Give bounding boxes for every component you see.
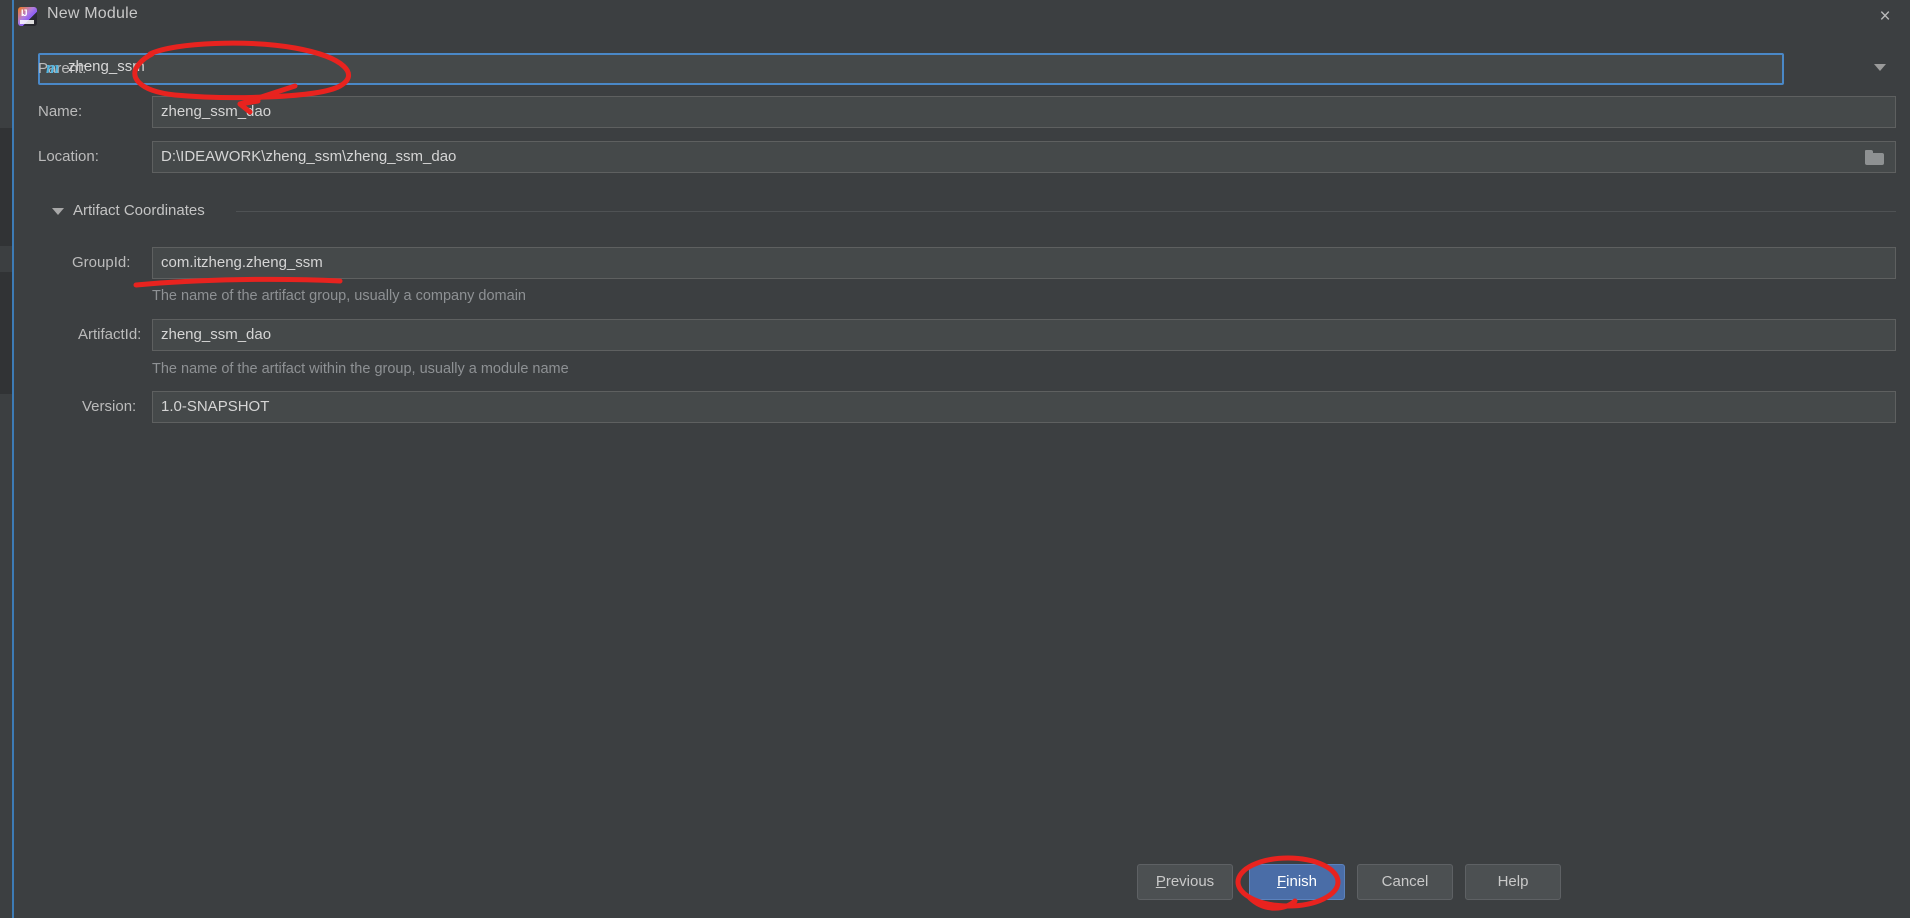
- intellij-idea-icon: IJ: [18, 7, 37, 26]
- artifactid-value: zheng_ssm_dao: [161, 326, 272, 343]
- folder-browse-icon[interactable]: [1865, 150, 1885, 165]
- groupid-hint-text: The name of the artifact group, usually …: [152, 288, 526, 304]
- parent-selected-value: zheng_ssm: [68, 58, 145, 75]
- previous-button[interactable]: Previous: [1137, 864, 1233, 900]
- triangle-down-icon[interactable]: [52, 208, 64, 215]
- location-label: Location:: [38, 148, 99, 165]
- help-button[interactable]: Help: [1465, 864, 1561, 900]
- version-input[interactable]: 1.0-SNAPSHOT: [152, 391, 1896, 423]
- version-label: Version:: [82, 398, 137, 415]
- maven-module-icon: m: [46, 58, 60, 77]
- dialog-button-bar: Previous Finish Cancel Help: [14, 864, 1910, 918]
- parent-field-row: Parent: m zheng_ssm: [38, 53, 1896, 85]
- page-title: New Module: [47, 5, 138, 22]
- artifactid-hint-text: The name of the artifact within the grou…: [152, 361, 569, 377]
- location-input[interactable]: D:\IDEAWORK\zheng_ssm\zheng_ssm_dao: [152, 141, 1896, 173]
- groupid-label: GroupId:: [72, 254, 131, 271]
- artifactid-label: ArtifactId:: [78, 326, 142, 343]
- artifact-coordinates-title: Artifact Coordinates: [73, 202, 205, 219]
- name-input[interactable]: zheng_ssm_dao: [152, 96, 1896, 128]
- close-icon[interactable]: ×: [1868, 4, 1902, 30]
- new-module-dialog: IJ New Module × Parent: m zheng_ssm Name…: [12, 0, 1910, 918]
- name-field-row: Name: zheng_ssm_dao: [38, 96, 1896, 128]
- artifactid-field-row: ArtifactId: zheng_ssm_dao: [38, 319, 1896, 351]
- groupid-field-row: GroupId: com.itzheng.zheng_ssm: [38, 247, 1896, 279]
- name-label: Name:: [38, 103, 83, 120]
- groupid-input[interactable]: com.itzheng.zheng_ssm: [152, 247, 1896, 279]
- version-field-row: Version: 1.0-SNAPSHOT: [38, 391, 1896, 423]
- chevron-down-icon[interactable]: [1874, 64, 1886, 71]
- cancel-button[interactable]: Cancel: [1357, 864, 1453, 900]
- artifactid-input[interactable]: zheng_ssm_dao: [152, 319, 1896, 351]
- section-divider: [236, 211, 1896, 212]
- finish-button[interactable]: Finish: [1249, 864, 1345, 900]
- version-value: 1.0-SNAPSHOT: [161, 398, 270, 415]
- location-value: D:\IDEAWORK\zheng_ssm\zheng_ssm_dao: [161, 148, 457, 165]
- groupid-value: com.itzheng.zheng_ssm: [161, 254, 323, 271]
- artifact-coordinates-section-header[interactable]: Artifact Coordinates: [38, 199, 1896, 223]
- parent-combobox[interactable]: m zheng_ssm: [38, 53, 1886, 85]
- dialog-titlebar: IJ New Module ×: [14, 0, 1910, 33]
- name-value: zheng_ssm_dao: [161, 103, 272, 120]
- location-field-row: Location: D:\IDEAWORK\zheng_ssm\zheng_ss…: [38, 141, 1896, 173]
